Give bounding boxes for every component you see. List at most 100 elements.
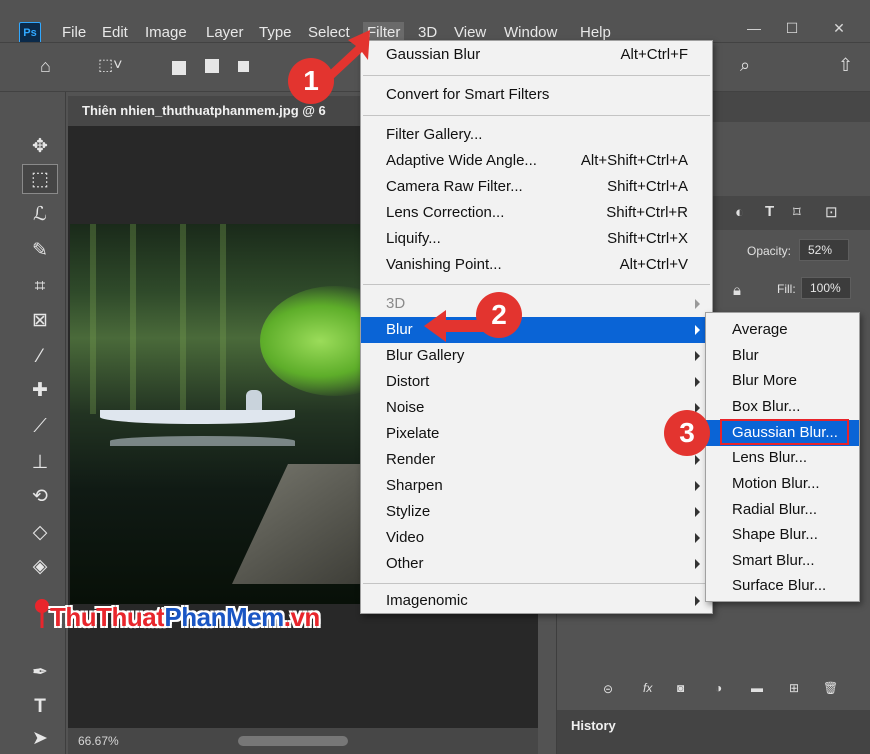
share-icon[interactable]: ⇧ [838, 55, 853, 76]
chevron-right-icon [695, 455, 700, 465]
crop-tool-icon[interactable]: ⌗ [22, 272, 58, 302]
selection-arrow-tool-icon[interactable]: ➤ [22, 724, 58, 754]
chevron-right-icon [695, 533, 700, 543]
smart-object-filter-icon[interactable]: ⊡ [825, 203, 838, 221]
brush-tool-icon[interactable]: ⟋ [22, 412, 58, 442]
type-filter-icon[interactable]: T [765, 203, 774, 220]
zoom-level[interactable]: 66.67% [78, 728, 119, 754]
photoshop-window: Ps File Edit Image Layer Type Select Fil… [0, 0, 870, 754]
submenu-item-lens-blur[interactable]: Lens Blur... [706, 445, 859, 471]
eraser-tool-icon[interactable]: ◇ [22, 518, 58, 548]
gaussian-blur-highlight-box [720, 419, 849, 445]
shape-filter-icon[interactable]: ⌑ [793, 203, 801, 221]
history-brush-tool-icon[interactable]: ⟲ [22, 482, 58, 512]
chevron-right-icon [695, 377, 700, 387]
marquee-options-icon[interactable]: ⬚˅ [98, 55, 122, 75]
submenu-item-box-blur[interactable]: Box Blur... [706, 394, 859, 420]
home-icon[interactable]: ⌂ [40, 56, 51, 77]
menu-item-render[interactable]: Render [361, 447, 712, 473]
menu-item-blur-gallery[interactable]: Blur Gallery [361, 343, 712, 369]
mask-icon[interactable]: ◙ [677, 681, 684, 695]
menu-edit[interactable]: Edit [102, 24, 128, 41]
new-layer-icon[interactable]: ⊞ [789, 681, 799, 695]
history-tab[interactable]: History [571, 718, 616, 733]
healing-brush-tool-icon[interactable]: ✚ [22, 376, 58, 406]
fx-icon[interactable]: fx [643, 681, 652, 695]
menu-item-stylize[interactable]: Stylize [361, 499, 712, 525]
fill-field[interactable]: 100% [801, 277, 851, 299]
menu-view[interactable]: View [454, 24, 486, 41]
opacity-field[interactable]: 52% [799, 239, 849, 261]
menu-help[interactable]: Help [580, 24, 611, 41]
search-icon[interactable]: ⌕ [740, 55, 750, 76]
submenu-item-blur[interactable]: Blur [706, 343, 859, 369]
menu-layer[interactable]: Layer [206, 24, 244, 41]
lock-icon[interactable]: 🔒︎ [733, 282, 741, 299]
menu-item-video[interactable]: Video [361, 525, 712, 551]
frame-tool-icon[interactable]: ⊠ [22, 306, 58, 336]
boat-reflection [110, 436, 295, 446]
menu-item-liquify[interactable]: Liquify... Shift+Ctrl+X [361, 226, 712, 252]
paint-bucket-tool-icon[interactable]: ◈ [22, 552, 58, 582]
trash-icon[interactable]: 🗑︎ [823, 681, 838, 695]
maximize-button[interactable]: ☐ [773, 17, 811, 39]
step-2-badge: 2 [476, 292, 522, 338]
step-3-badge: 3 [664, 410, 710, 456]
menu-window[interactable]: Window [504, 24, 557, 41]
menu-item-imagenomic[interactable]: Imagenomic [361, 588, 712, 614]
horizontal-scrollbar[interactable] [238, 736, 348, 746]
eyedropper-tool-icon[interactable]: ⁄ [22, 342, 58, 372]
submenu-item-blur-more[interactable]: Blur More [706, 368, 859, 394]
blur-submenu: Average Blur Blur More Box Blur... Gauss… [705, 312, 860, 602]
document-image [70, 224, 404, 604]
menu-item-pixelate[interactable]: Pixelate [361, 421, 712, 447]
menu-item-blur[interactable]: Blur [361, 317, 712, 343]
adjustment-filter-icon[interactable]: ◐ [735, 204, 744, 221]
menu-item-3d: 3D [361, 291, 712, 317]
photoshop-logo: Ps [19, 22, 41, 44]
submenu-item-shape-blur[interactable]: Shape Blur... [706, 522, 859, 548]
menu-image[interactable]: Image [145, 24, 187, 41]
submenu-item-average[interactable]: Average [706, 317, 859, 343]
close-button[interactable]: ✕ [820, 17, 858, 39]
add-selection-icon[interactable] [205, 59, 219, 73]
adjustment-layer-icon[interactable]: ◑ [715, 681, 722, 695]
menu-item-vanishing-point[interactable]: Vanishing Point... Alt+Ctrl+V [361, 252, 712, 278]
menu-item-convert-smart-filters[interactable]: Convert for Smart Filters [361, 82, 712, 108]
menu-item-lens-correction[interactable]: Lens Correction... Shift+Ctrl+R [361, 200, 712, 226]
menu-item-filter-gallery[interactable]: Filter Gallery... [361, 122, 712, 148]
move-tool-icon[interactable]: ✥ [22, 132, 58, 162]
submenu-item-radial-blur[interactable]: Radial Blur... [706, 497, 859, 523]
filter-menu: Gaussian Blur Alt+Ctrl+F Convert for Smar… [360, 40, 713, 614]
type-tool-icon[interactable]: T [22, 692, 58, 722]
menu-item-distort[interactable]: Distort [361, 369, 712, 395]
chevron-right-icon [695, 559, 700, 569]
lasso-tool-icon[interactable]: ℒ [22, 200, 58, 230]
chevron-right-icon [695, 351, 700, 361]
menu-3d[interactable]: 3D [418, 24, 437, 41]
minimize-button[interactable]: — [735, 17, 773, 39]
chevron-right-icon [695, 596, 700, 606]
new-selection-icon[interactable] [172, 61, 186, 75]
folder-icon[interactable]: ▬ [751, 681, 763, 695]
stamp-tool-icon[interactable]: ⊥ [22, 448, 58, 478]
quick-selection-tool-icon[interactable]: ✎ [22, 236, 58, 266]
tools-panel: ✥ ⬚ ℒ ✎ ⌗ ⊠ ⁄ ✚ ⟋ ⊥ ⟲ ◇ ◈ ✒ T ➤ [14, 92, 66, 754]
chevron-right-icon [695, 325, 700, 335]
menu-item-last-filter[interactable]: Gaussian Blur Alt+Ctrl+F [361, 42, 712, 68]
menu-item-other[interactable]: Other [361, 551, 712, 577]
pen-tool-icon[interactable]: ✒ [22, 658, 58, 688]
submenu-item-motion-blur[interactable]: Motion Blur... [706, 471, 859, 497]
submenu-item-smart-blur[interactable]: Smart Blur... [706, 548, 859, 574]
menu-type[interactable]: Type [259, 24, 292, 41]
subtract-selection-icon[interactable] [238, 61, 249, 72]
menu-item-noise[interactable]: Noise [361, 395, 712, 421]
menu-file[interactable]: File [62, 24, 86, 41]
link-layers-icon[interactable]: ⊝ [603, 682, 613, 696]
marquee-tool-icon[interactable]: ⬚ [22, 164, 58, 194]
menu-item-sharpen[interactable]: Sharpen [361, 473, 712, 499]
boat [100, 410, 295, 424]
submenu-item-surface-blur[interactable]: Surface Blur... [706, 573, 859, 599]
menu-item-adaptive-wide-angle[interactable]: Adaptive Wide Angle... Alt+Shift+Ctrl+A [361, 148, 712, 174]
menu-item-camera-raw[interactable]: Camera Raw Filter... Shift+Ctrl+A [361, 174, 712, 200]
